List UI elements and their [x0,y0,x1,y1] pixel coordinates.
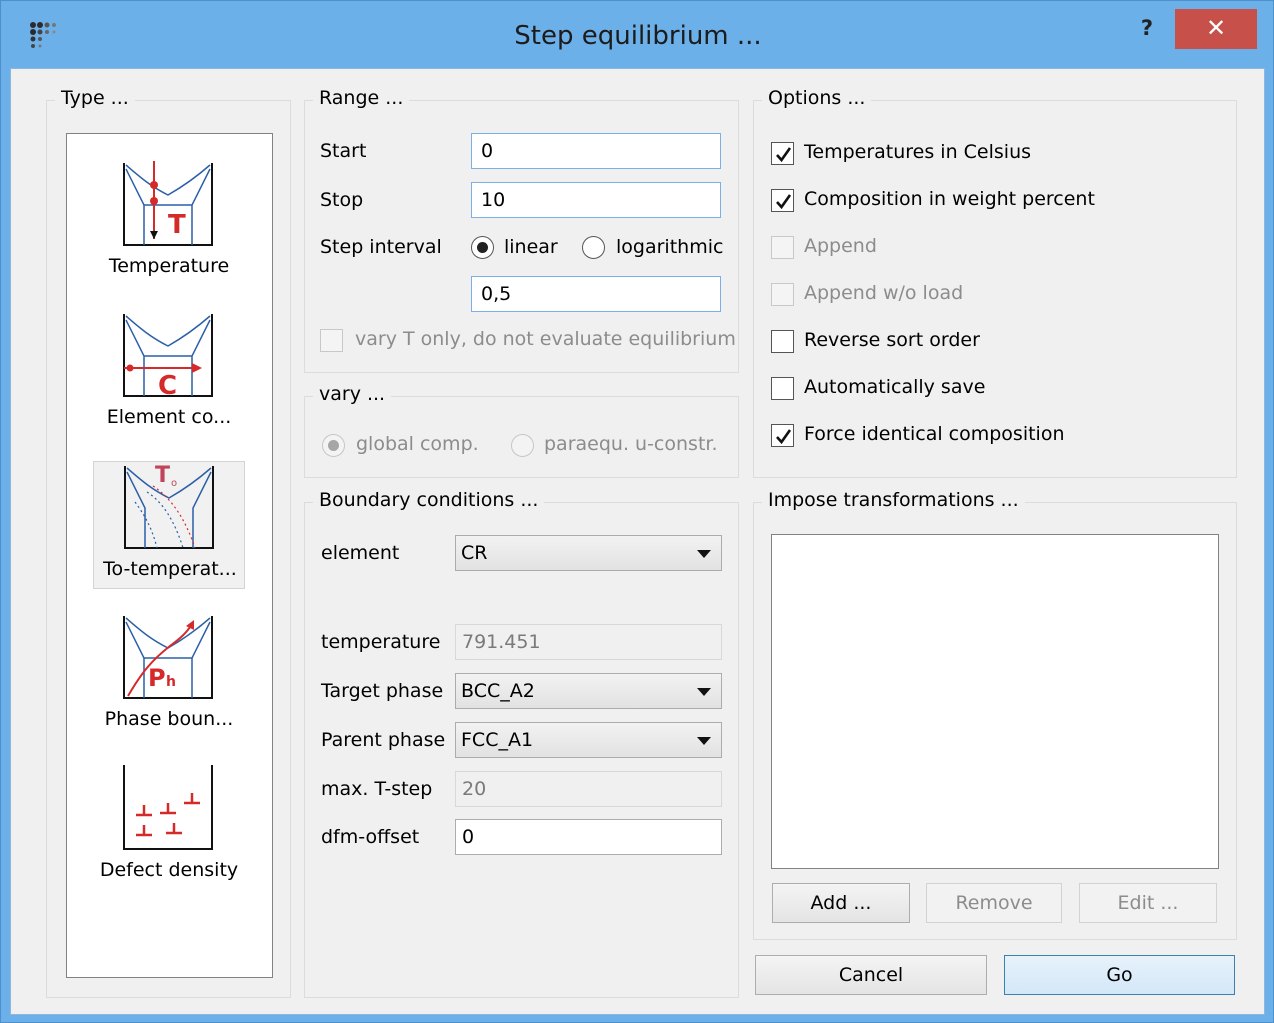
radio-dot [477,242,488,253]
vary-group: vary ... global comp. paraequ. u-constr. [304,383,739,478]
cancel-button[interactable]: Cancel [755,955,987,995]
parent-phase-label: Parent phase [321,729,446,751]
options-group-title: Options ... [762,87,872,109]
target-phase-label: Target phase [321,680,444,702]
window-title: Step equilibrium ... [514,21,762,51]
type-label-to-temperature: To-temperat... [103,558,237,580]
range-group: Range ... Start 0 Stop 10 Step interval … [304,87,739,373]
type-label-phase-boundary: Phase boun... [104,708,234,730]
element-select[interactable]: CR [455,535,722,571]
temperatures-celsius-checkbox[interactable] [771,142,794,165]
start-input[interactable]: 0 [471,133,721,169]
type-item-defect-density[interactable]: Defect density [93,763,245,891]
radio-dot [328,440,339,451]
close-button[interactable]: ✕ [1175,9,1257,49]
range-group-title: Range ... [313,87,410,109]
svg-text:o: o [171,478,177,489]
stop-label: Stop [320,189,364,211]
boundary-group: Boundary conditions ... element CR tempe… [304,489,739,998]
append-wo-load-checkbox[interactable] [771,283,794,306]
dfm-offset-input[interactable]: 0 [455,819,722,855]
linear-radio[interactable] [471,236,494,259]
element-label: element [321,542,400,564]
append-label: Append [804,235,877,257]
max-t-step-label: max. T-step [321,778,433,800]
type-label-defect-density: Defect density [99,859,239,881]
append-wo-load-label: Append w/o load [804,282,964,304]
remove-transformation-button[interactable]: Remove [926,883,1062,923]
temperature-label: temperature [321,631,441,653]
reverse-sort-label[interactable]: Reverse sort order [804,329,980,351]
type-group-title: Type ... [55,87,135,109]
phase-boundary-diagram-icon: P h [123,616,213,699]
dialog-window: Step equilibrium ... ? ✕ Type ... T Temp… [0,0,1274,1023]
interval-input[interactable]: 0,5 [471,276,721,312]
title-bar[interactable]: Step equilibrium ... ? ✕ [1,1,1274,69]
type-item-temperature[interactable]: T Temperature [93,159,245,287]
paraequ-radio[interactable] [511,434,534,457]
vary-group-title: vary ... [313,383,392,405]
svg-text:h: h [166,674,176,690]
type-item-phase-boundary[interactable]: P h Phase boun... [93,612,245,740]
transformations-group-title: Impose transformations ... [762,489,1025,511]
logarithmic-radio[interactable] [582,236,605,259]
add-transformation-button[interactable]: Add ... [772,883,910,923]
parent-phase-value: FCC_A1 [461,729,534,751]
append-checkbox[interactable] [771,236,794,259]
dfm-offset-label: dfm-offset [321,826,420,848]
svg-text:P: P [148,664,166,692]
boundary-group-title: Boundary conditions ... [313,489,545,511]
type-item-element-composition[interactable]: C Element co... [93,310,245,438]
composition-weight-checkbox[interactable] [771,189,794,212]
automatically-save-label[interactable]: Automatically save [804,376,985,398]
logarithmic-label[interactable]: logarithmic [616,236,723,258]
checkmark-icon [776,147,792,163]
chevron-down-icon [697,737,711,745]
svg-text:T: T [168,210,186,240]
help-button[interactable]: ? [1129,11,1165,45]
checkmark-icon [776,194,792,210]
chevron-down-icon [697,688,711,696]
automatically-save-checkbox[interactable] [771,377,794,400]
defect-density-diagram-icon [123,765,213,850]
temperature-diagram-icon: T [123,161,213,246]
parent-phase-select[interactable]: FCC_A1 [455,722,722,758]
paraequ-label: paraequ. u-constr. [544,433,718,455]
reverse-sort-checkbox[interactable] [771,330,794,353]
close-icon: ✕ [1205,14,1227,42]
force-identical-checkbox[interactable] [771,424,794,447]
type-label-temperature: Temperature [108,255,230,277]
type-label-element-composition: Element co... [106,406,232,428]
element-composition-diagram-icon: C [123,314,213,401]
vary-t-only-checkbox[interactable] [320,329,343,352]
global-comp-label: global comp. [356,433,479,455]
start-label: Start [320,140,367,162]
temperatures-celsius-label[interactable]: Temperatures in Celsius [804,141,1031,163]
dialog-client: Type ... T Temperature C Element co... T… [10,68,1265,1015]
to-temperature-diagram-icon: T o [124,463,214,549]
transformations-group: Impose transformations ... Add ... Remov… [753,489,1237,940]
global-comp-radio[interactable] [322,434,345,457]
type-item-to-temperature[interactable]: T o To-temperat... [93,461,245,589]
svg-text:T: T [155,463,170,488]
step-interval-label: Step interval [320,236,442,258]
temperature-input[interactable]: 791.451 [455,624,722,660]
stop-input[interactable]: 10 [471,182,721,218]
svg-text:C: C [158,371,177,401]
options-group: Options ... Temperatures in Celsius Comp… [753,87,1237,478]
chevron-down-icon [697,550,711,558]
force-identical-label[interactable]: Force identical composition [804,423,1065,445]
transformations-list[interactable] [771,534,1219,869]
element-select-value: CR [461,542,488,564]
max-t-step-input[interactable]: 20 [455,771,722,807]
linear-label[interactable]: linear [504,236,558,258]
checkmark-icon [776,429,792,445]
go-button[interactable]: Go [1004,955,1235,995]
target-phase-select[interactable]: BCC_A2 [455,673,722,709]
vary-t-only-label: vary T only, do not evaluate equilibrium [355,328,736,350]
target-phase-value: BCC_A2 [461,680,535,702]
type-list: T Temperature C Element co... T o To-tem… [66,133,273,978]
edit-transformation-button[interactable]: Edit ... [1079,883,1217,923]
composition-weight-label[interactable]: Composition in weight percent [804,188,1095,210]
